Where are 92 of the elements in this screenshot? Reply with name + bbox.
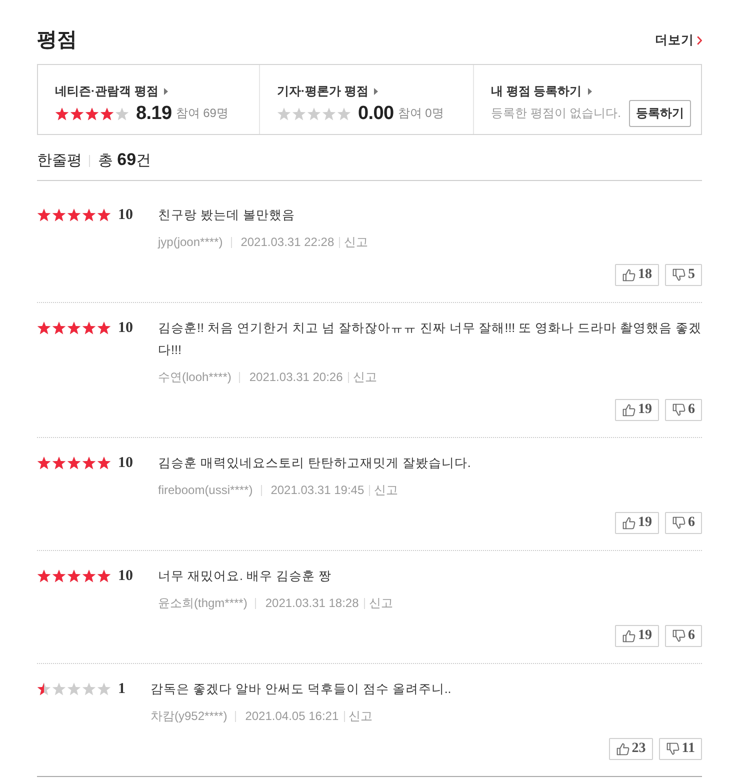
like-button[interactable]: 19 [615,399,659,421]
star-icon [55,106,69,120]
star-icon [37,569,51,583]
review-author: 차캄(y952****) [150,708,228,725]
thumbs-up-icon [622,403,636,417]
star-icon [37,208,51,222]
review-text: 김승훈 매력있네요스토리 탄탄하고재밋게 잘봤습니다. [158,455,472,472]
review-author: fireboom(ussi****) [158,482,253,499]
section-title: 평점 [37,28,77,53]
star-icon [70,106,84,120]
review-score: 10 [118,206,133,224]
dislike-button[interactable]: 6 [665,625,702,647]
review-score: 10 [118,454,133,472]
star-icon [97,321,111,335]
dislike-button[interactable]: 11 [658,738,702,760]
star-icon [85,106,99,120]
star-icon [97,208,111,222]
rating-category-link[interactable]: 기자·평론가 평점 [277,83,378,99]
review-date: 2021.03.31 18:28 [265,595,359,612]
caret-icon [164,88,168,94]
review-total-count: 총 69건 [98,149,152,171]
star-icon [37,321,51,335]
star-icon [82,321,96,335]
thumbs-down-icon [666,742,680,756]
review-date: 2021.03.31 19:45 [270,482,364,499]
thumbs-down-icon [672,403,686,417]
thumbs-down-icon [672,516,686,530]
star-icon [115,106,129,120]
like-button[interactable]: 23 [608,738,653,760]
star-icon [97,456,111,470]
participant-count: 참여 69명 [176,105,228,122]
star-icon [292,106,306,120]
star-icon [337,106,351,120]
review-date: 2021.03.31 22:28 [240,234,334,251]
rating-category-link[interactable]: 네티즌·관람객 평점 [55,83,168,99]
star-icon [52,682,66,696]
review-score: 10 [118,320,133,336]
register-button[interactable]: 등록하기 [629,100,691,127]
caret-icon [588,88,592,94]
dislike-button[interactable]: 5 [665,264,702,286]
dislike-button[interactable]: 6 [665,399,702,421]
review-author: 수연(looh****) [158,369,232,386]
more-link[interactable]: 더보기 [655,32,702,48]
review-author: jyp(joon****) [158,234,223,251]
thumbs-up-icon [622,629,636,643]
star-icon [67,682,81,696]
thumbs-down-icon [672,629,686,643]
like-button[interactable]: 19 [615,625,659,647]
star-icon [67,456,81,470]
thumbs-up-icon [622,516,636,530]
star-icon [52,569,66,583]
review-text: 너무 재밌어요. 배우 김승훈 짱 [158,568,332,585]
star-icon [322,106,336,120]
star-icon [52,456,66,470]
star-icon [97,569,111,583]
average-score: 0.00 [358,102,394,124]
star-icon [37,682,51,696]
register-rating-link[interactable]: 내 평점 등록하기 [490,83,592,99]
review-date: 2021.04.05 16:21 [245,708,339,725]
like-button[interactable]: 18 [615,264,659,286]
star-icon [82,682,96,696]
participant-count: 참여 0명 [398,105,444,122]
star-icon [67,321,81,335]
review-text: 감독은 좋겠다 알바 안써도 덕후들이 점수 올려주니.. [150,681,452,698]
review-author: 윤소희(thgm****) [158,595,248,612]
review-text: 김승훈!! 처음 연기한거 치고 넘 잘하잖아ㅠㅠ 진짜 너무 잘해!!! 또 영화나 드라마 촬영했음 좋겠다!!! [158,320,702,359]
dislike-button[interactable]: 6 [665,512,702,534]
star-icon [100,106,114,120]
no-rating-message: 등록한 평점이 없습니다. [490,105,621,122]
star-icon [307,106,321,120]
star-icon [82,569,96,583]
thumbs-up-icon [616,742,630,756]
star-icon [37,456,51,470]
star-icon [52,208,66,222]
star-icon [82,208,96,222]
caret-icon [374,88,378,94]
star-icon [97,682,111,696]
review-date: 2021.03.31 20:26 [249,369,343,386]
star-icon [67,208,81,222]
review-text: 친구랑 봤는데 볼만했음 [158,207,296,224]
star-icon [82,456,96,470]
star-icon [277,106,291,120]
chevron-right-icon [697,36,702,44]
star-icon [52,321,66,335]
average-score: 8.19 [136,102,172,124]
thumbs-down-icon [672,268,686,282]
star-icon [67,569,81,583]
review-score: 1 [118,680,126,698]
review-score: 10 [118,568,133,584]
like-button[interactable]: 19 [615,512,659,534]
reviews-title: 한줄평 [37,150,82,170]
thumbs-up-icon [622,268,636,282]
